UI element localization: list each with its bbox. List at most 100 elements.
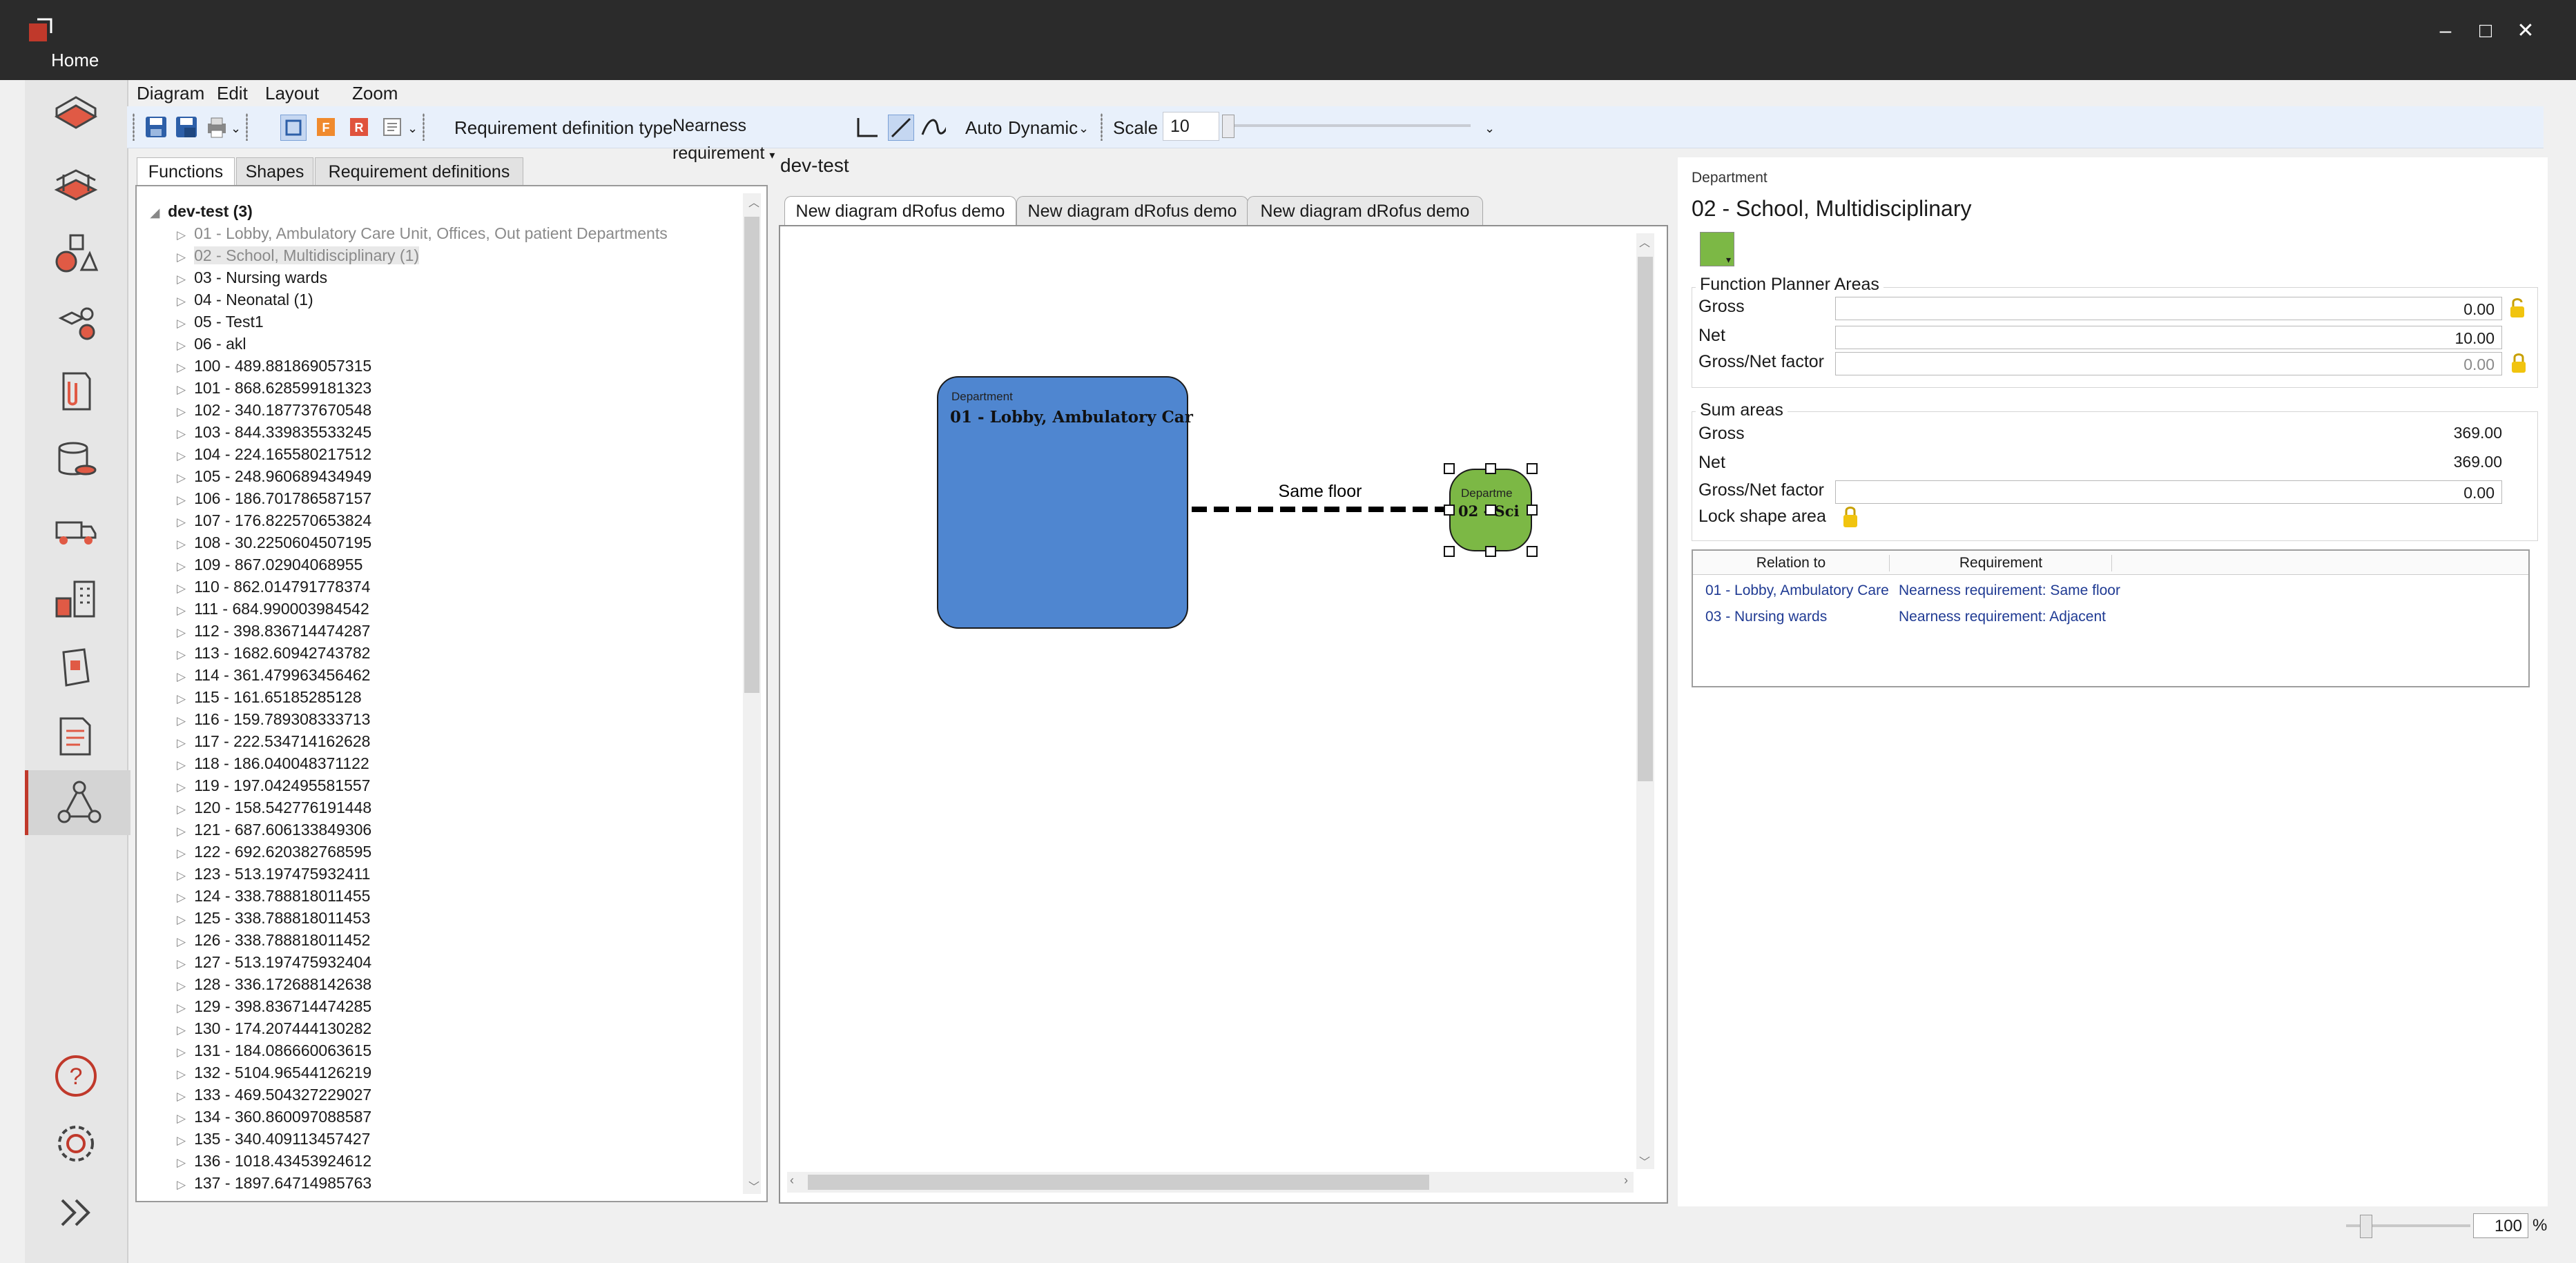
gross-net-factor-input[interactable]: 0.00	[1835, 352, 2502, 375]
tree-item[interactable]: ▷ 105 - 248.960689434949	[177, 465, 371, 487]
relations-table[interactable]: Relation to Requirement 01 - Lobby, Ambu…	[1692, 549, 2530, 687]
expand-triangle-icon[interactable]: ▷	[177, 1090, 186, 1103]
expand-triangle-icon[interactable]: ▷	[177, 803, 186, 816]
rail-building-plan-button[interactable]	[25, 81, 127, 146]
lock-open-icon[interactable]	[2508, 297, 2528, 322]
rail-diagram-button[interactable]	[25, 770, 130, 835]
minimize-button[interactable]: –	[2426, 15, 2465, 47]
tree-item[interactable]: ▷ 120 - 158.542776191448	[177, 796, 371, 819]
tree-item[interactable]: ▷ 118 - 186.040048371122	[177, 752, 369, 774]
expand-triangle-icon[interactable]: ▷	[177, 825, 186, 838]
tree-item[interactable]: ▷ 135 - 340.409113457427	[177, 1128, 370, 1150]
scale-slider-thumb[interactable]	[1222, 115, 1234, 138]
menu-zoom[interactable]: Zoom	[352, 83, 398, 104]
rail-buildings-button[interactable]	[25, 566, 127, 631]
scale-dropdown-chevron-icon[interactable]: ⌄	[1484, 121, 1495, 136]
expand-triangle-icon[interactable]: ▷	[177, 560, 186, 573]
save-button[interactable]	[144, 115, 168, 139]
scroll-up-icon[interactable]: ︿	[1639, 233, 1650, 250]
expand-triangle-icon[interactable]: ▷	[177, 648, 186, 661]
straight-connector-button[interactable]	[888, 115, 914, 141]
add-room-button[interactable]: R	[347, 115, 371, 139]
rail-floors-button[interactable]	[25, 152, 127, 217]
expand-triangle-icon[interactable]: ▷	[177, 251, 186, 264]
relations-header-requirement[interactable]: Requirement	[1890, 555, 2112, 571]
print-dropdown-chevron-icon[interactable]: ⌄	[231, 121, 241, 136]
select-mode-button[interactable]	[280, 115, 307, 141]
tree-item[interactable]: ▷ 133 - 469.504327229027	[177, 1084, 371, 1106]
tree-scroll-thumb[interactable]	[744, 217, 759, 693]
orthogonal-connector-button[interactable]	[855, 115, 880, 139]
expand-triangle-icon[interactable]: ▷	[177, 471, 186, 484]
tab-requirement-definitions[interactable]: Requirement definitions	[315, 157, 523, 186]
print-button[interactable]	[204, 115, 229, 139]
expand-triangle-icon[interactable]: ▷	[177, 758, 186, 772]
rail-expand-button[interactable]	[25, 1180, 127, 1245]
tree-item[interactable]: ▷ 100 - 489.881869057315	[177, 355, 371, 377]
tree-item[interactable]: ▷ 103 - 844.339835533245	[177, 421, 371, 443]
tree-item[interactable]: ▷ 116 - 159.789308333713	[177, 708, 370, 730]
insert-dropdown-chevron-icon[interactable]: ⌄	[407, 121, 418, 136]
expand-triangle-icon[interactable]: ▷	[177, 538, 186, 551]
expand-triangle-icon[interactable]: ▷	[177, 361, 186, 374]
zoom-slider-thumb[interactable]	[2360, 1215, 2372, 1238]
menu-layout[interactable]: Layout	[265, 83, 319, 104]
tree-item[interactable]: ▷ 126 - 338.788818011452	[177, 929, 370, 951]
tree-item[interactable]: ▷ 128 - 336.172688142638	[177, 973, 371, 995]
canvas-horizontal-scrollbar[interactable]: ‹ ›	[787, 1172, 1634, 1193]
tree-item[interactable]: ▷ 127 - 513.197475932404	[177, 951, 371, 973]
expand-triangle-icon[interactable]: ▷	[177, 295, 186, 308]
tree-item[interactable]: ▷ 115 - 161.65185285128	[177, 686, 362, 708]
scroll-left-icon[interactable]: ‹	[790, 1173, 794, 1188]
close-button[interactable]: ✕	[2506, 15, 2545, 47]
maximize-button[interactable]: □	[2466, 15, 2505, 47]
expand-triangle-icon[interactable]: ▷	[177, 1001, 186, 1015]
expand-triangle-icon[interactable]: ▷	[177, 847, 186, 860]
scroll-up-icon[interactable]: ︿	[748, 193, 759, 210]
expand-triangle-icon[interactable]: ▷	[177, 273, 186, 286]
expand-triangle-icon[interactable]: ▷	[177, 670, 186, 683]
tree-item[interactable]: ▷ 04 - Neonatal (1)	[177, 288, 313, 311]
tree-item[interactable]: ▷ 131 - 184.086660063615	[177, 1039, 371, 1061]
expand-triangle-icon[interactable]: ▷	[177, 582, 186, 595]
zoom-input[interactable]: 100	[2473, 1213, 2528, 1238]
tree-item[interactable]: ▷ 125 - 338.788818011453	[177, 907, 370, 929]
save-all-button[interactable]	[174, 115, 199, 139]
tree-item[interactable]: ▷ 112 - 398.836714474287	[177, 620, 370, 642]
tree-item[interactable]: ▷ 03 - Nursing wards	[177, 266, 327, 288]
expand-triangle-icon[interactable]: ▷	[177, 957, 186, 970]
dynamic-layout-button[interactable]: Dynamic	[1008, 117, 1078, 139]
expand-triangle-icon[interactable]: ▷	[177, 427, 186, 440]
scale-slider-track[interactable]	[1222, 124, 1471, 127]
tree-item[interactable]: ▷ 121 - 687.606133849306	[177, 819, 371, 841]
tree-item[interactable]: ▷ 129 - 398.836714474285	[177, 995, 371, 1017]
expand-triangle-icon[interactable]: ▷	[177, 1178, 186, 1191]
tree-item[interactable]: ▷ 109 - 867.02904068955	[177, 554, 362, 576]
expand-triangle-icon[interactable]: ▷	[177, 1046, 186, 1059]
auto-layout-button[interactable]: Auto	[965, 117, 1003, 139]
tree-item[interactable]: ▷ 137 - 1897.64714985763	[177, 1172, 371, 1194]
expand-triangle-icon[interactable]: ▷	[177, 383, 186, 396]
expand-triangle-icon[interactable]: ▷	[177, 891, 186, 904]
diagram-svg[interactable]: Same floor Department 01 - Lobby, Ambula…	[780, 226, 1667, 1202]
tree-item[interactable]: ▷ 101 - 868.628599181323	[177, 377, 371, 399]
scroll-down-icon[interactable]: ﹀	[748, 1177, 759, 1194]
tab-functions[interactable]: Functions	[137, 157, 235, 187]
scroll-down-icon[interactable]: ﹀	[1639, 1153, 1650, 1169]
tree-item[interactable]: ▷ 136 - 1018.43453924612	[177, 1150, 371, 1172]
rail-objects-button[interactable]	[25, 221, 127, 286]
expand-triangle-icon[interactable]: ▷	[177, 626, 186, 639]
tree-item[interactable]: ▷ 108 - 30.2250604507195	[177, 531, 371, 554]
relation-row-1-target[interactable]: 01 - Lobby, Ambulatory Care	[1705, 582, 1889, 599]
expand-triangle-icon[interactable]: ▷	[177, 736, 186, 750]
expand-triangle-icon[interactable]: ▷	[177, 1068, 186, 1081]
expand-triangle-icon[interactable]: ▷	[177, 317, 186, 330]
expand-triangle-icon[interactable]: ▷	[177, 692, 186, 705]
tree-item[interactable]: ▷ 122 - 692.620382768595	[177, 841, 371, 863]
tab-shapes[interactable]: Shapes	[236, 157, 313, 186]
canvas-vertical-scrollbar[interactable]: ︿ ﹀	[1636, 233, 1654, 1169]
tree-item[interactable]: ▷ 110 - 862.014791778374	[177, 576, 370, 598]
tree-item[interactable]: ▷ 02 - School, Multidisciplinary (1)	[177, 244, 420, 266]
layout-dropdown-chevron-icon[interactable]: ⌄	[1078, 121, 1089, 136]
expand-triangle-icon[interactable]: ▷	[177, 781, 186, 794]
